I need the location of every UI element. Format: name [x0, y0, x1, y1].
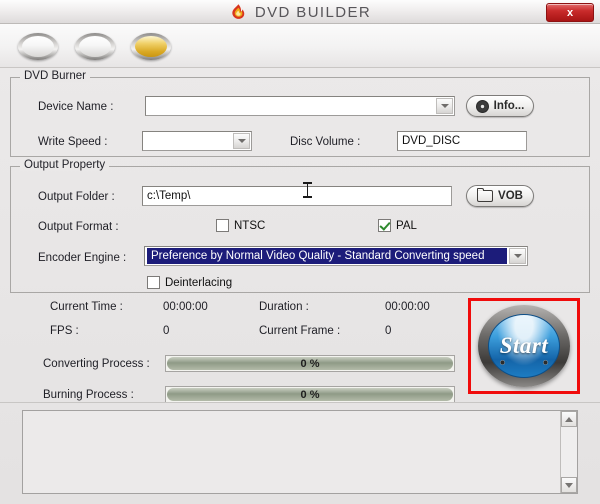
pal-checkbox[interactable]: PAL	[378, 219, 417, 232]
deinterlacing-checkbox[interactable]: Deinterlacing	[147, 276, 232, 289]
deinterlacing-checkbox-box	[147, 276, 160, 289]
toolbar-button-1-face	[22, 36, 54, 57]
encoder-engine-label: Encoder Engine :	[38, 252, 127, 264]
current-time-label: Current Time :	[50, 301, 123, 313]
log-text	[23, 411, 560, 493]
folder-icon	[477, 188, 494, 202]
close-icon: x	[566, 6, 574, 19]
start-button-screw-right	[543, 360, 548, 365]
converting-process-label: Converting Process :	[43, 358, 150, 370]
fps-value: 0	[163, 325, 170, 337]
title-bar-content: DVD BUILDER	[0, 0, 600, 24]
toolbar-button-2-face	[79, 36, 111, 57]
converting-process-value: 0 %	[300, 357, 320, 370]
dvd-builder-window: DVD BUILDER x DVD Burner Device Name : I…	[0, 0, 600, 504]
separator-line	[0, 402, 600, 403]
ntsc-checkbox[interactable]: NTSC	[216, 219, 265, 232]
write-speed-combo[interactable]	[142, 131, 252, 151]
window-title: DVD BUILDER	[254, 3, 372, 21]
burning-process-label: Burning Process :	[43, 389, 134, 401]
close-button[interactable]: x	[546, 3, 594, 22]
chevron-up-icon	[565, 416, 573, 422]
encoder-engine-value: Preference by Normal Video Quality - Sta…	[147, 248, 507, 264]
device-name-label: Device Name :	[38, 101, 114, 113]
disc-volume-input[interactable]	[397, 131, 527, 151]
write-speed-value	[145, 133, 231, 149]
burning-process-bar: 0 %	[165, 386, 455, 403]
toolbar	[0, 24, 600, 68]
device-name-combo[interactable]	[145, 96, 455, 116]
write-speed-dropdown-button[interactable]	[233, 133, 250, 149]
burning-process-value: 0 %	[300, 388, 320, 401]
output-format-label: Output Format :	[38, 221, 119, 233]
ntsc-label: NTSC	[234, 219, 266, 232]
pal-checkbox-box	[378, 219, 391, 232]
title-bar: DVD BUILDER x	[0, 0, 600, 24]
vob-button[interactable]: VOB	[466, 185, 534, 207]
duration-label: Duration :	[259, 301, 309, 313]
start-button[interactable]: Start	[478, 305, 570, 387]
output-property-legend: Output Property	[20, 159, 110, 171]
current-frame-value: 0	[385, 325, 392, 337]
deinterlacing-label: Deinterlacing	[165, 276, 233, 289]
chevron-down-icon	[440, 104, 449, 108]
duration-value: 00:00:00	[385, 301, 430, 313]
fps-label: FPS :	[50, 325, 79, 337]
output-folder-input[interactable]	[142, 186, 452, 206]
ntsc-checkbox-box	[216, 219, 229, 232]
chevron-down-icon	[513, 254, 522, 258]
scroll-up-button[interactable]	[561, 411, 577, 427]
log-area[interactable]	[22, 410, 578, 494]
encoder-engine-dropdown-button[interactable]	[509, 248, 526, 264]
device-name-dropdown-button[interactable]	[436, 98, 453, 114]
pal-label: PAL	[396, 219, 417, 232]
dvd-burner-legend: DVD Burner	[20, 70, 90, 82]
scroll-down-button[interactable]	[561, 477, 577, 493]
device-name-value	[148, 98, 434, 114]
info-button-label: Info...	[493, 100, 525, 112]
log-scrollbar[interactable]	[560, 411, 577, 493]
converting-process-bar: 0 %	[165, 355, 455, 372]
chevron-down-icon	[565, 482, 573, 488]
current-time-value: 00:00:00	[163, 301, 208, 313]
write-speed-label: Write Speed :	[38, 136, 108, 148]
start-button-screw-left	[500, 360, 505, 365]
flame-icon	[229, 3, 247, 21]
toolbar-button-2[interactable]	[75, 33, 115, 60]
disc-volume-label: Disc Volume :	[290, 136, 361, 148]
toolbar-button-3[interactable]	[131, 33, 171, 60]
toolbar-button-1[interactable]	[18, 33, 58, 60]
toolbar-button-3-face	[135, 36, 167, 57]
current-frame-label: Current Frame :	[259, 325, 341, 337]
vob-button-label: VOB	[498, 190, 523, 202]
start-button-face: Start	[488, 314, 560, 378]
info-button[interactable]: Info...	[466, 95, 534, 117]
chevron-down-icon	[237, 139, 246, 143]
start-button-label: Start	[499, 333, 549, 358]
disc-icon	[475, 99, 489, 113]
output-folder-label: Output Folder :	[38, 191, 115, 203]
encoder-engine-combo[interactable]: Preference by Normal Video Quality - Sta…	[144, 246, 528, 266]
